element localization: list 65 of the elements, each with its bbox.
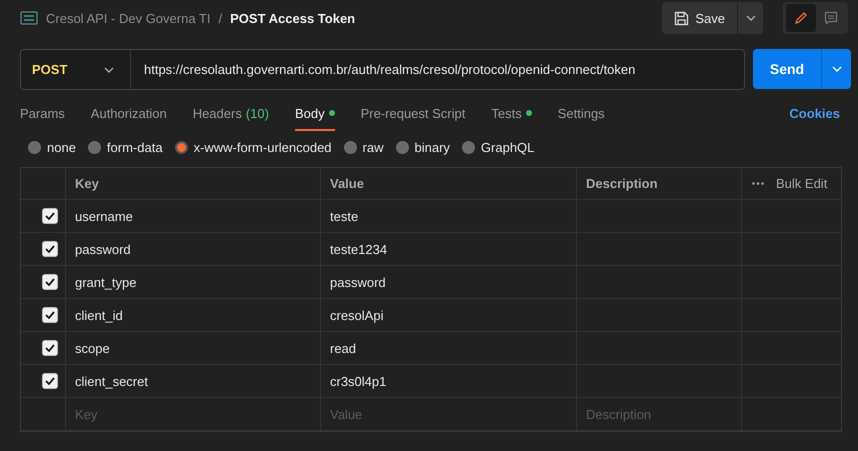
request-name: POST Access Token — [230, 10, 356, 26]
radio-button[interactable] — [344, 140, 357, 154]
radio-label[interactable]: none — [47, 140, 76, 154]
url-field[interactable]: POST https://cresolauth.governarti.com.br/auth/realms/cresol/protocol/openid-connect/token — [20, 49, 745, 90]
checkmark-icon — [45, 377, 55, 385]
param-key: client_secret — [75, 374, 148, 388]
radio-label[interactable]: form-data — [106, 140, 163, 154]
checkbox[interactable] — [42, 274, 58, 290]
radio-button[interactable] — [462, 140, 475, 154]
column-header: Key — [75, 176, 99, 191]
request-tab[interactable]: Body — [294, 95, 335, 131]
checkbox[interactable] — [42, 340, 58, 356]
edit-button[interactable] — [786, 4, 816, 32]
checkmark-icon — [45, 344, 55, 352]
checkmark-icon — [45, 212, 55, 220]
bulk-edit-button[interactable]: Bulk Edit — [776, 176, 828, 191]
param-value: teste1234 — [330, 242, 388, 256]
send-button[interactable]: Send — [753, 49, 821, 89]
column-header: Description — [586, 176, 658, 191]
caret-icon — [746, 15, 756, 21]
param-key: username — [75, 208, 133, 224]
breadcrumb-separator: / — [218, 10, 222, 26]
radio-label[interactable]: binary — [414, 140, 450, 154]
checkmark-icon — [45, 311, 55, 319]
radio-button[interactable] — [174, 140, 188, 154]
pencil-icon — [794, 11, 808, 25]
param-key: client_id — [75, 308, 123, 322]
checkmark-icon — [45, 278, 55, 286]
checkbox[interactable] — [42, 208, 58, 224]
request-tab[interactable]: Headers (10) — [192, 95, 269, 131]
radio-button[interactable] — [88, 140, 101, 154]
radio-label[interactable]: raw — [362, 140, 384, 154]
radio-label[interactable]: x-www-form-urlencoded — [194, 140, 332, 154]
checkmark-icon — [45, 245, 55, 253]
method-dropdown[interactable]: POST — [21, 50, 131, 89]
save-icon — [674, 10, 690, 26]
comment-icon — [824, 11, 838, 25]
param-value: password — [330, 274, 386, 290]
save-options-button[interactable] — [737, 2, 763, 34]
caret-icon — [832, 66, 842, 72]
request-tab[interactable]: Authorization — [90, 95, 167, 131]
request-tab[interactable]: Pre-request Script — [360, 95, 466, 131]
param-key: password — [75, 242, 131, 256]
radio-button[interactable] — [396, 140, 408, 154]
radio-label[interactable]: GraphQL — [480, 140, 534, 154]
param-key: scope — [75, 340, 110, 356]
checkbox[interactable] — [42, 307, 58, 323]
param-value: cr3s0l4p1 — [330, 374, 386, 388]
param-value: teste — [330, 208, 358, 224]
column-header: Value — [330, 176, 364, 191]
more-icon[interactable] — [752, 182, 764, 185]
collection-name[interactable]: Cresol API - Dev Governa TI — [46, 10, 210, 26]
caret-icon — [104, 66, 114, 72]
radio-button[interactable] — [28, 140, 41, 154]
request-tab[interactable]: Settings — [558, 95, 605, 131]
param-key: grant_type — [75, 274, 136, 290]
request-tab[interactable]: Tests — [491, 95, 532, 131]
request-tab[interactable]: Params — [20, 95, 65, 131]
checkbox[interactable] — [42, 241, 58, 257]
header-count: (10) — [246, 106, 269, 120]
save-button[interactable]: Save — [662, 2, 737, 34]
param-value: cresolApi — [330, 308, 384, 322]
checkbox[interactable] — [42, 373, 58, 389]
cookies-link[interactable]: Cookies — [789, 106, 840, 120]
param-value: read — [330, 340, 356, 356]
